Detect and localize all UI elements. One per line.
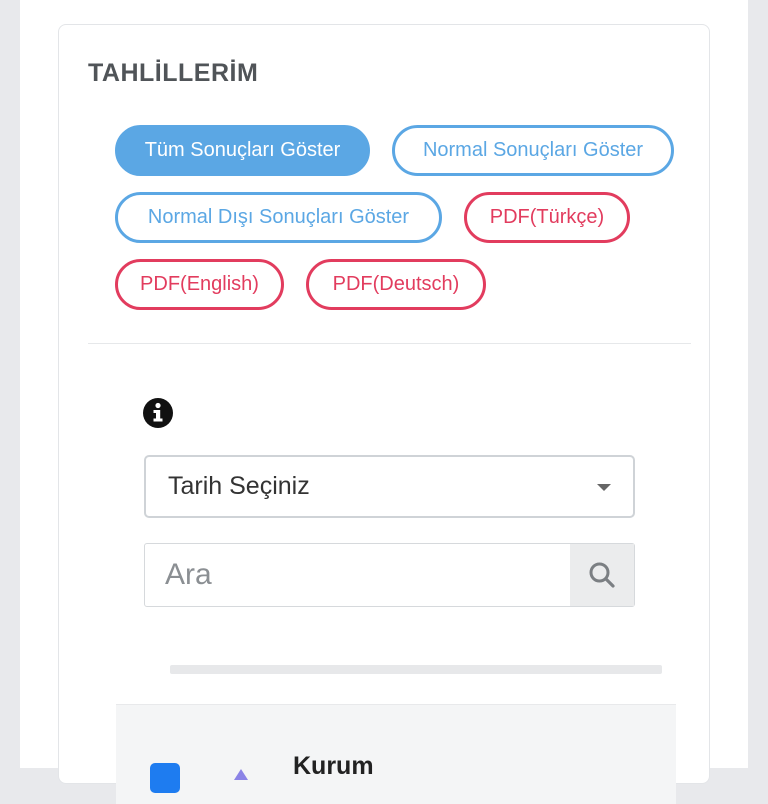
info-icon[interactable]: [142, 397, 174, 429]
results-card: TAHLİLLERİM Tüm Sonuçları Göster Normal …: [58, 24, 710, 804]
search-button[interactable]: [570, 544, 634, 606]
divider: [88, 343, 691, 344]
column-header-kurum[interactable]: Kurum: [293, 752, 374, 781]
card-title: TAHLİLLERİM: [88, 59, 259, 87]
sort-up-icon[interactable]: [234, 769, 248, 780]
show-all-results-button[interactable]: Tüm Sonuçları Göster: [115, 125, 370, 176]
show-normal-results-button[interactable]: Normal Sonuçları Göster: [392, 125, 674, 176]
search-icon: [589, 562, 615, 588]
page: TAHLİLLERİM Tüm Sonuçları Göster Normal …: [20, 0, 748, 804]
date-select-value: Tarih Seçiniz: [168, 472, 310, 500]
search-group: [144, 543, 635, 607]
pdf-deutsch-button[interactable]: PDF(Deutsch): [306, 259, 486, 310]
table-header-row: Kurum: [116, 704, 676, 804]
search-input[interactable]: [145, 544, 571, 606]
date-select[interactable]: Tarih Seçiniz: [144, 455, 635, 518]
pdf-turkish-button[interactable]: PDF(Türkçe): [464, 192, 630, 243]
show-abnormal-results-button[interactable]: Normal Dışı Sonuçları Göster: [115, 192, 442, 243]
chevron-down-icon: [597, 484, 611, 491]
pdf-english-button[interactable]: PDF(English): [115, 259, 284, 310]
horizontal-scrollbar[interactable]: [170, 665, 662, 674]
